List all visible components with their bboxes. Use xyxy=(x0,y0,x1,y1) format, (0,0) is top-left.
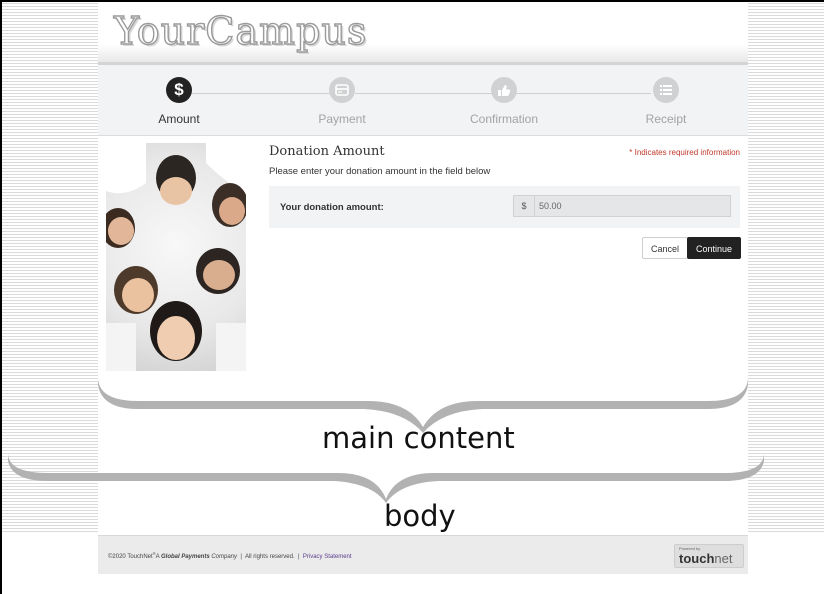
footer-copyright: ©2020 TouchNet®A Global Payments Company… xyxy=(108,551,352,560)
dollar-icon: $ xyxy=(166,77,192,103)
currency-addon: $ xyxy=(514,196,535,216)
logo[interactable]: YourCampus xyxy=(113,8,367,53)
header: YourCampus xyxy=(98,3,748,65)
step-label: Payment xyxy=(318,112,366,126)
step-label: Confirmation xyxy=(469,112,539,126)
step-amount: $ Amount xyxy=(119,77,239,126)
rights-text: All rights reserved. xyxy=(244,554,295,560)
cancel-button[interactable]: Cancel xyxy=(642,237,689,259)
step-payment: Payment xyxy=(282,77,402,126)
tagline-suffix: Company xyxy=(209,554,238,560)
thumbs-up-icon xyxy=(491,77,517,103)
step-label: Receipt xyxy=(645,112,687,126)
donation-amount-value[interactable]: 50.00 xyxy=(539,196,562,216)
required-note: * Indicates required information xyxy=(629,148,740,157)
continue-button[interactable]: Continue xyxy=(687,237,742,259)
touchnet-logo[interactable]: Powered by touchnet xyxy=(674,544,744,568)
touchnet-light: net xyxy=(714,551,733,566)
privacy-statement-link[interactable]: Privacy Statement xyxy=(303,554,352,560)
progress-steps: $ Amount Payment Confirmation Receipt xyxy=(98,65,748,136)
touchnet-bold: touch xyxy=(679,551,715,566)
footer: ©2020 TouchNet®A Global Payments Company… xyxy=(98,535,748,574)
step-receipt: Receipt xyxy=(606,77,726,126)
main-content-caption: main content xyxy=(322,421,515,455)
touchnet-wordmark: touchnet xyxy=(679,551,732,566)
body-caption: body xyxy=(384,499,456,533)
step-confirmation: Confirmation xyxy=(444,77,564,126)
step-label: Amount xyxy=(158,112,200,126)
donation-amount-input[interactable]: $ 50.00 xyxy=(513,195,731,217)
instruction-text: Please enter your donation amount in the… xyxy=(269,166,491,177)
list-icon xyxy=(653,77,679,103)
form-title: Donation Amount xyxy=(269,144,385,159)
tagline-bold: Global Payments xyxy=(160,554,210,560)
donation-amount-panel: Your donation amount: $ 50.00 xyxy=(269,186,740,228)
frame-top-border xyxy=(0,0,824,2)
card-icon xyxy=(329,77,355,103)
body-brace xyxy=(8,453,764,503)
copyright-text: ©2020 TouchNet xyxy=(108,554,153,560)
donation-amount-label: Your donation amount: xyxy=(280,202,384,213)
people-photo xyxy=(106,143,246,371)
